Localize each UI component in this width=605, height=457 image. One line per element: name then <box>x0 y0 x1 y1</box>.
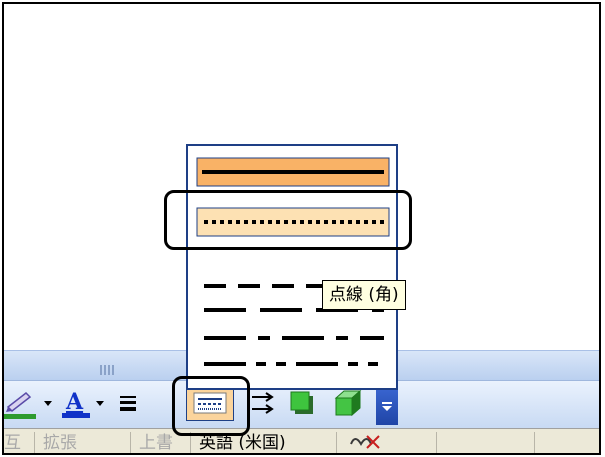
line-color-icon <box>4 392 36 419</box>
font-color-button[interactable]: A <box>62 387 92 419</box>
svg-text:A: A <box>65 389 84 415</box>
3d-style-button[interactable] <box>330 387 364 419</box>
shadow-style-icon <box>290 391 313 414</box>
line-color-dropdown[interactable] <box>42 387 54 419</box>
dash-option-long-dash-dot-dot[interactable] <box>196 352 388 376</box>
dash-option-long-dash-dot[interactable] <box>196 326 388 350</box>
arrow-style-button[interactable] <box>248 387 278 419</box>
spelling-check-icon <box>350 435 380 449</box>
line-style-button[interactable] <box>118 387 140 419</box>
chevron-down-icon <box>44 401 52 406</box>
toolbar-options-icon <box>382 402 392 411</box>
dash-style-tooltip: 点線 (角) <box>322 280 406 310</box>
dash-style-menu <box>186 144 398 390</box>
status-cell-empty <box>534 432 599 453</box>
dash-option-solid[interactable] <box>196 156 390 188</box>
line-color-button[interactable] <box>4 387 40 419</box>
status-cell-rec: 互 <box>4 433 21 453</box>
highlight-round-dot-option <box>164 190 412 250</box>
status-cell-empty <box>436 432 497 453</box>
highlight-dash-style-button <box>172 376 250 436</box>
document-frame: A 互 拡張 上書 英語 (米国) 点線 (角) <box>2 2 601 455</box>
status-bar: 互 拡張 上書 英語 (米国) <box>4 428 599 453</box>
toolbar-gripper[interactable] <box>100 360 118 375</box>
font-color-icon: A <box>62 389 90 418</box>
status-cell-spelling[interactable] <box>336 432 427 453</box>
status-cell-extend: 拡張 <box>34 432 129 453</box>
font-color-dropdown[interactable] <box>94 387 106 419</box>
chevron-down-icon <box>96 401 104 406</box>
arrow-style-icon <box>252 392 274 414</box>
line-style-icon <box>120 396 136 411</box>
3d-style-icon <box>334 389 362 417</box>
shadow-style-button[interactable] <box>286 387 318 419</box>
